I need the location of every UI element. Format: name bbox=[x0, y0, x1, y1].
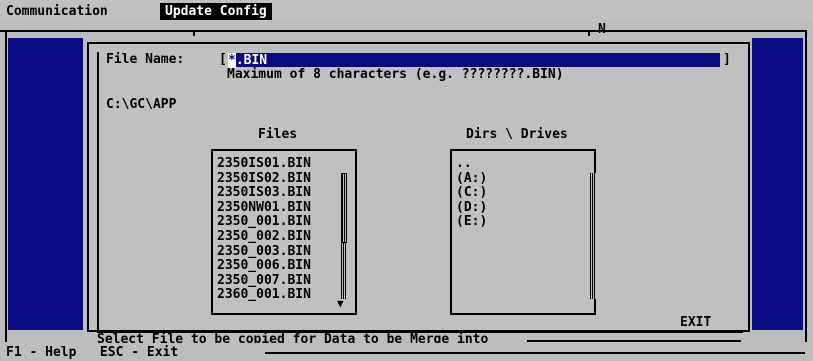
list-item[interactable]: 2350IS02.BIN bbox=[217, 171, 311, 187]
list-item[interactable]: 2350_006.BIN bbox=[217, 259, 311, 274]
list-item[interactable]: 2350_001.BIN bbox=[217, 215, 311, 230]
file-name-open-bracket: [ bbox=[219, 52, 227, 67]
status-rule bbox=[527, 340, 741, 342]
footer-bar: F1 - Help ESC - Exit bbox=[0, 343, 813, 361]
files-scroll-thumb[interactable] bbox=[341, 173, 347, 243]
menu-update-config[interactable]: Update Config bbox=[160, 3, 272, 20]
frame-tick bbox=[588, 30, 590, 36]
dirs-header: Dirs \ Drives bbox=[466, 127, 568, 142]
dialog-inner-frame bbox=[97, 52, 743, 334]
frame-corner-label: N bbox=[598, 22, 606, 37]
menu-bar: Communication Update Config bbox=[0, 0, 813, 22]
file-name-close-bracket: ] bbox=[723, 52, 731, 67]
list-item[interactable]: (C:) bbox=[456, 186, 487, 201]
list-item[interactable]: 2350IS01.BIN bbox=[217, 156, 311, 172]
list-item[interactable]: 2360_001.BIN bbox=[217, 288, 311, 303]
frame-right-line bbox=[805, 30, 807, 342]
menu-communication[interactable]: Communication bbox=[1, 3, 113, 20]
list-item[interactable]: 2350_007.BIN bbox=[217, 273, 311, 289]
footer-help-text: F1 - Help ESC - Exit bbox=[6, 345, 179, 360]
left-side-panel bbox=[8, 38, 83, 330]
frame-tick bbox=[193, 30, 195, 36]
dirs-scrollbar[interactable] bbox=[590, 173, 596, 299]
files-header: Files bbox=[258, 127, 298, 142]
frame-left-line bbox=[5, 30, 7, 342]
file-name-hint: Maximum of 8 characters (e.g. ????????.B… bbox=[227, 67, 564, 82]
frame-top-line bbox=[0, 30, 807, 32]
dirs-listbox[interactable]: .. (A:) (C:) (D:) (E:) bbox=[450, 149, 596, 315]
list-item[interactable]: (E:) bbox=[456, 215, 487, 230]
list-item[interactable]: 2350NW01.BIN bbox=[217, 200, 311, 216]
files-listbox[interactable]: 2350IS01.BIN 2350IS02.BIN 2350IS03.BIN 2350… bbox=[211, 149, 357, 315]
file-name-value: *.BIN bbox=[228, 53, 268, 68]
list-item[interactable]: 2350_003.BIN bbox=[217, 244, 311, 260]
list-item[interactable]: (D:) bbox=[456, 200, 487, 216]
files-list: 2350IS01.BIN 2350IS02.BIN 2350IS03.BIN 2350… bbox=[217, 156, 311, 303]
file-name-label: File Name: bbox=[106, 52, 185, 67]
list-item[interactable]: 2350IS03.BIN bbox=[217, 186, 311, 201]
file-name-input[interactable]: *.BIN bbox=[228, 53, 720, 68]
exit-button[interactable]: EXIT bbox=[680, 316, 711, 330]
current-path: C:\GC\APP bbox=[106, 97, 177, 112]
list-item[interactable]: .. bbox=[456, 156, 487, 172]
list-item[interactable]: (A:) bbox=[456, 171, 487, 187]
scroll-down-arrow-icon[interactable]: ▼ bbox=[337, 297, 344, 310]
footer-rule bbox=[265, 352, 805, 354]
right-side-panel bbox=[752, 38, 803, 330]
dirs-list: .. (A:) (C:) (D:) (E:) bbox=[456, 156, 487, 230]
list-item[interactable]: 2350_002.BIN bbox=[217, 229, 311, 245]
